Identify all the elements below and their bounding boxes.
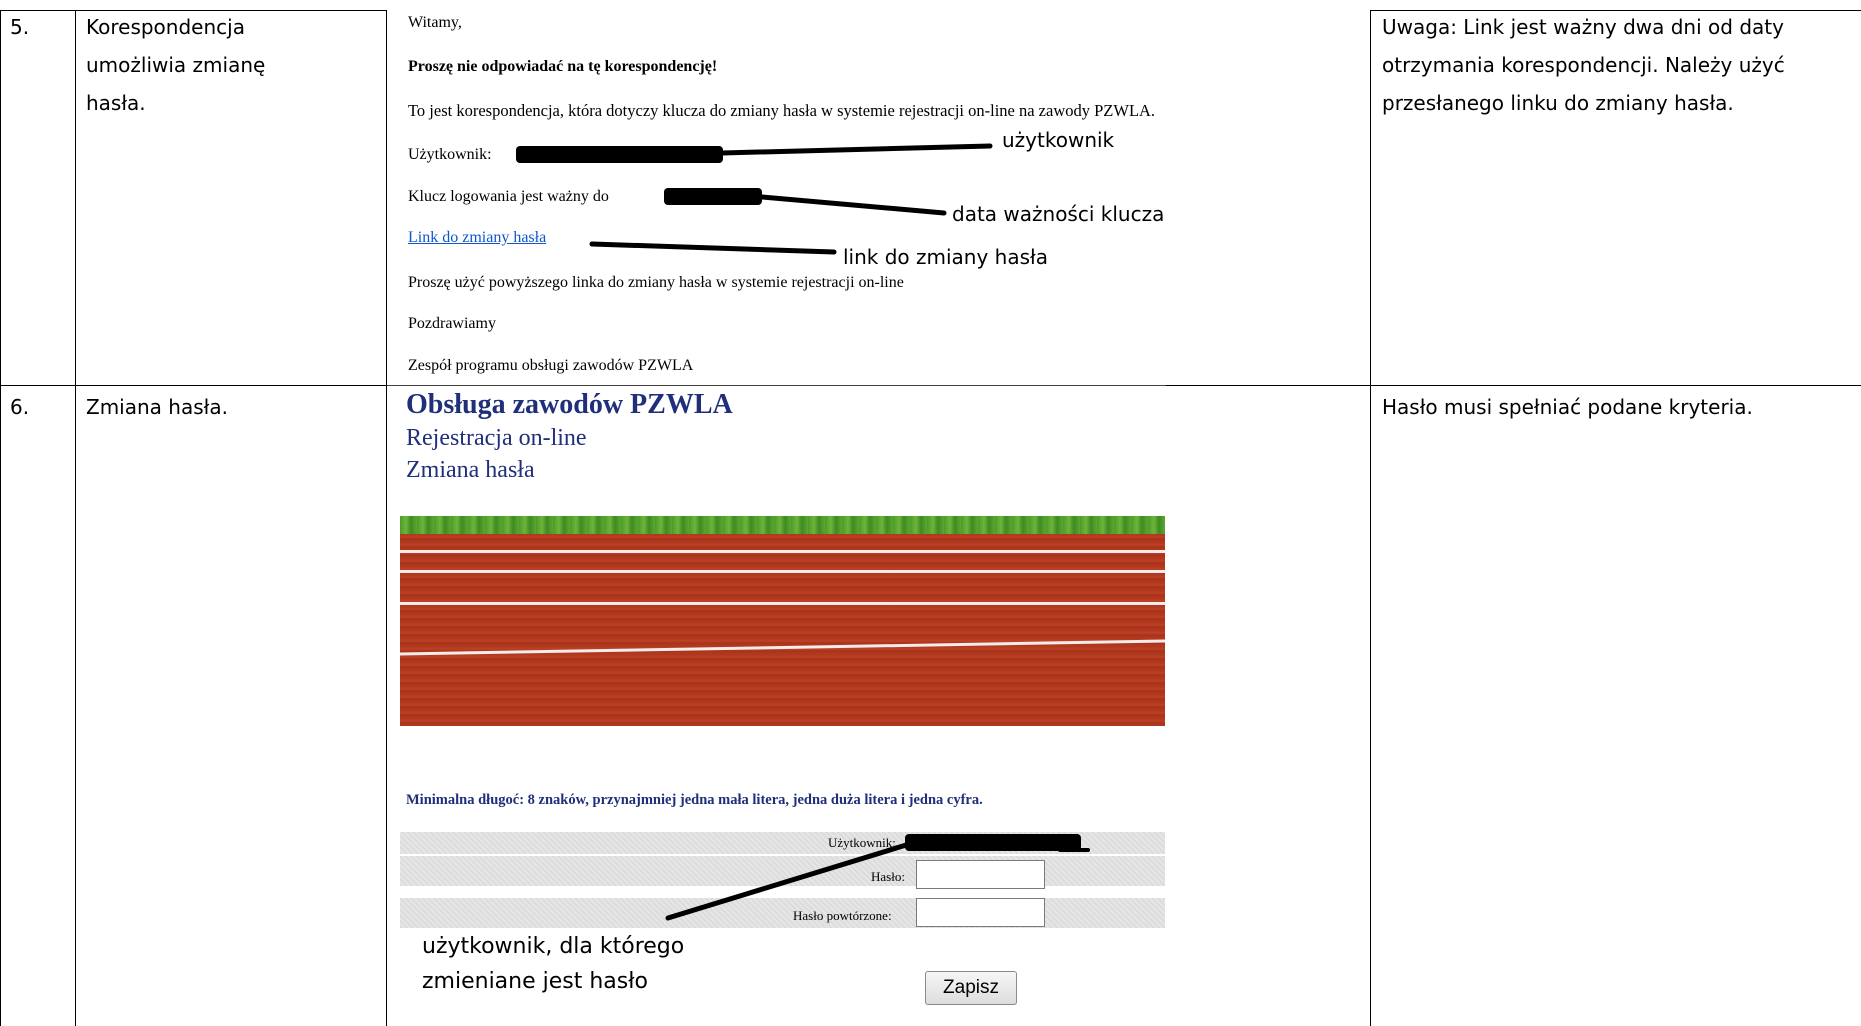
page-subtitle: Zmiana hasła [406,457,535,483]
annotation-form-user: użytkownik, dla którego [422,934,685,959]
annotation-form-user: zmieniane jest hasło [422,969,648,994]
save-button[interactable]: Zapisz [925,971,1017,1005]
track-curved-lane-line [400,639,1165,656]
annotation-lines-row5 [589,143,993,255]
page-subtitle: Rejestracja on-line [406,425,587,451]
athletics-track-banner [400,516,1165,726]
annotation-line-expiry [759,194,947,216]
page-title: Obsługa zawodów PZWLA [406,389,733,420]
annotation-user: użytkownik [1002,128,1115,152]
annotation-line-link [589,241,837,255]
annotation-line-form-user [665,839,919,921]
annotation-line-user [719,143,993,156]
annotation-line-row6 [665,839,1090,921]
annotation-expiry: data ważności klucza [952,202,1165,226]
annotation-link: link do zmiany hasła [843,245,1048,269]
row-number: 6. [10,395,30,419]
row-note: Hasło musi spełniać podane kryteria. [1382,395,1753,419]
row-description: Zmiana hasła. [86,395,228,419]
